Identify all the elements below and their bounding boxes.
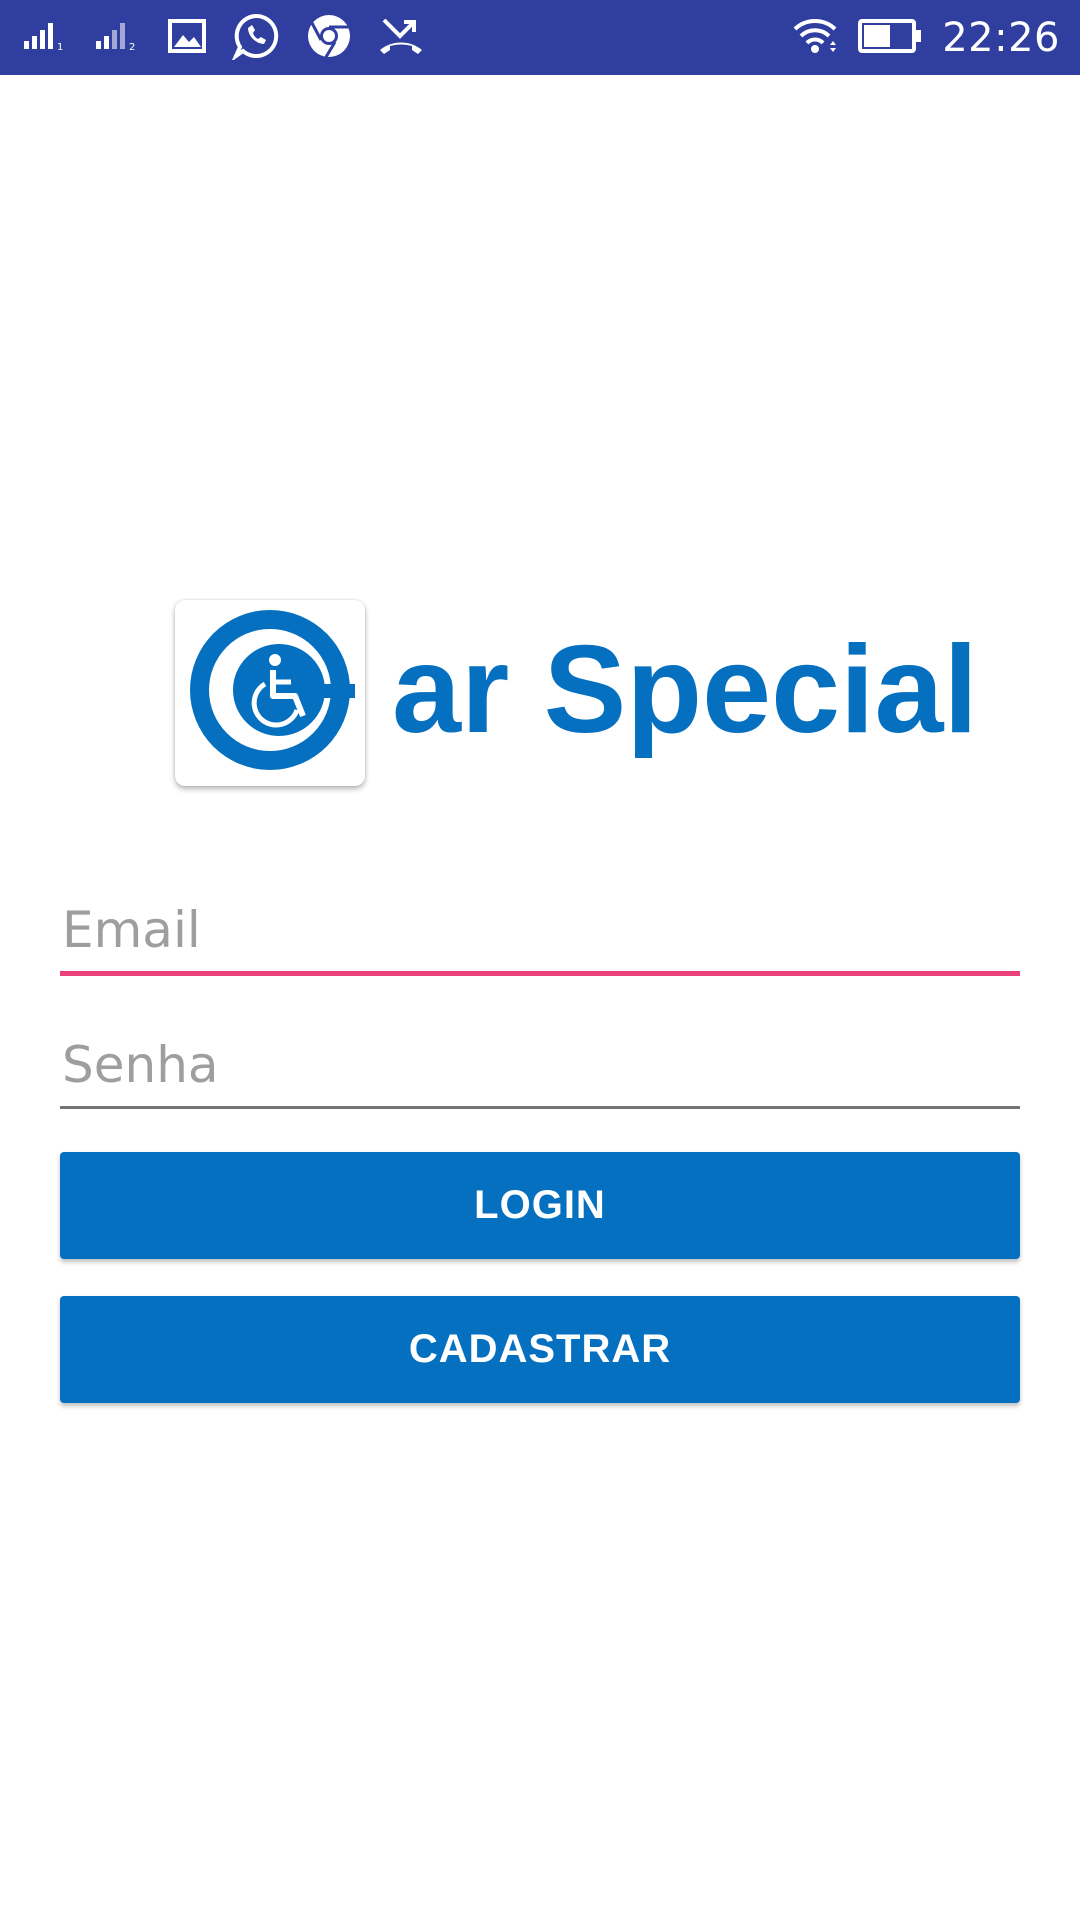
login-button-label: LOGIN bbox=[474, 1183, 606, 1227]
gallery-icon bbox=[168, 18, 206, 57]
app-name: ar Special bbox=[392, 621, 978, 759]
register-button-label: CADASTRAR bbox=[408, 1327, 672, 1371]
svg-text:2: 2 bbox=[129, 42, 135, 51]
svg-text:1: 1 bbox=[57, 42, 63, 51]
login-button[interactable]: LOGIN bbox=[60, 1152, 1020, 1259]
missed-call-icon bbox=[378, 16, 424, 60]
email-field[interactable] bbox=[60, 890, 1020, 970]
status-bar: 1 2 22:26 bbox=[0, 0, 1080, 75]
chrome-icon bbox=[306, 13, 352, 63]
password-field[interactable] bbox=[60, 1025, 1020, 1105]
logo-tile bbox=[175, 600, 365, 786]
password-underline bbox=[60, 1106, 1020, 1109]
signal-sim1-icon: 1 bbox=[24, 21, 70, 55]
whatsapp-icon bbox=[231, 12, 280, 64]
battery-icon bbox=[858, 18, 922, 57]
register-button[interactable]: CADASTRAR bbox=[60, 1296, 1020, 1403]
email-underline bbox=[60, 971, 1020, 976]
clock: 22:26 bbox=[942, 14, 1060, 61]
wifi-icon bbox=[792, 17, 838, 59]
app-logo: ar Special bbox=[175, 600, 978, 790]
signal-sim2-icon: 2 bbox=[96, 21, 142, 55]
